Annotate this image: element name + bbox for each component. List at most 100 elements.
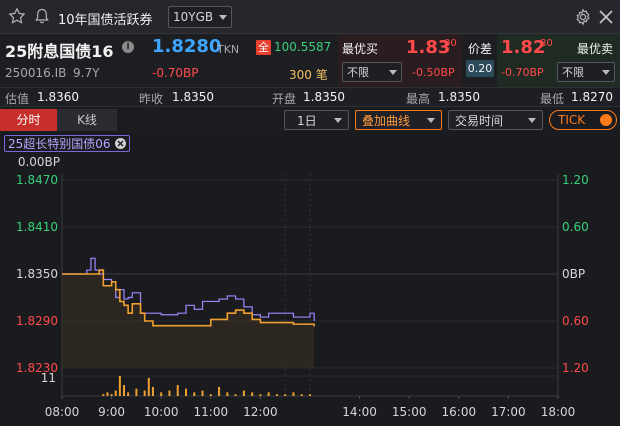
volume-bar [259,394,262,396]
price-area [62,270,315,368]
volume-bar [300,394,303,396]
volume-bar [234,394,237,396]
best-bid-block: 最优买 1.83 00 不限 -0.50BP [338,34,462,87]
tab-intraday[interactable]: 分时 [0,109,57,131]
bond-term: 9.7Y [73,66,100,80]
y-left-tick: 1.8350 [16,267,58,281]
volume-bar [160,392,163,396]
last-price: 1.8280 [152,36,222,57]
ask-filter-select[interactable]: 不限 [557,62,615,82]
volume-bar [118,376,121,396]
bond-selector-value: 10YGB [173,10,214,24]
tick-label: TICK [558,113,586,127]
volume-bar [193,392,196,396]
open-value: 1.8350 [303,90,345,104]
chevron-down-icon [219,14,227,20]
volume-bar [127,392,130,396]
volume-bar [114,390,117,396]
y-right-tick: 0.60 [562,314,589,328]
chevron-down-icon [389,69,397,75]
high-value: 1.8350 [438,90,480,104]
volume-tick: 11 [41,371,56,385]
chevron-down-icon [602,69,610,75]
volume-bar [135,388,138,396]
bid-filter-select[interactable]: 不限 [342,62,402,82]
best-ask-block: 1.82 80 最优卖 -0.70BP 不限 [497,34,620,87]
close-icon[interactable] [598,9,614,25]
chevron-down-icon [528,117,536,123]
x-tick-label: 11:00 [194,405,229,419]
best-ask-price: 1.82 [501,37,546,58]
star-icon[interactable] [8,7,26,25]
quote-panel: 25附息国债16 i 250016.IB 9.7Y 1.8280 TKN 全 1… [0,34,620,87]
est-label: 估值 [5,92,30,106]
volume-bar [151,386,154,396]
title-bar: 10年国债活跃券 10YGB [0,0,620,34]
volume-bar [110,394,113,396]
x-tick-label: 17:00 [491,405,526,419]
volume-bar [218,386,221,396]
tick-toggle[interactable]: TICK [549,110,617,130]
low-label: 最低 [540,92,565,106]
session-label: 交易时间 [455,113,504,128]
session-select[interactable]: 交易时间 [448,110,543,130]
volume-bar [201,390,204,396]
y-left-tick: 1.8290 [16,314,58,328]
intraday-chart: 1.8470 1.20 1.8410 0.60 1.8350 0BP 1.8290 0.60 1… [16,155,589,419]
full-price: 100.5587 [274,40,332,54]
best-bid-price-sup: 00 [444,38,457,49]
ask-filter-value: 不限 [562,66,584,79]
tab-kline[interactable]: K线 [57,109,117,131]
price-source: TKN [217,43,240,56]
spread-block: 价差 0.20 [464,34,496,87]
volume-bar [143,390,146,396]
volume-bar [147,377,150,396]
overlay-curve-select[interactable]: 叠加曲线 [355,110,442,130]
chart-area[interactable]: 25超长特别国债06 1.8470 1.20 1.8410 0.60 1.8350 0BP… [0,132,620,426]
bell-icon[interactable] [33,7,51,25]
period-select[interactable]: 1日 [284,110,349,130]
y-right-tick: 1.20 [562,173,589,187]
best-ask-price-sup: 80 [540,38,553,49]
est-value: 1.8360 [37,90,79,104]
chart-toolbar: 分时 K线 1日 叠加曲线 交易时间 TICK [0,108,620,132]
bond-name: 25附息国债16 [5,42,114,61]
change-bp: -0.70BP [152,66,199,80]
best-bid-bp: -0.50BP [412,66,455,79]
overlay-curve-label: 叠加曲线 [362,113,411,128]
volume-bar [242,390,245,396]
top-bp-label: 0.00BP [18,155,60,169]
y-right-tick: 0.60 [562,220,589,234]
window-title: 10年国债活跃券 [58,13,153,28]
prev-label: 昨收 [139,92,164,106]
volume-bar [123,385,125,396]
prev-value: 1.8350 [172,90,214,104]
volume-bar [185,388,187,396]
high-label: 最高 [406,92,431,106]
volume-bar [284,394,287,396]
tab-kline-label: K线 [77,113,97,127]
x-tick-label: 16:00 [442,405,477,419]
best-bid-label: 最优买 [342,42,379,56]
toggle-knob-icon [600,114,612,126]
info-icon[interactable]: i [122,41,134,53]
spread-label: 价差 [468,42,493,56]
best-ask-bp: -0.70BP [501,66,544,79]
x-tick-label: 12:00 [243,405,278,419]
gear-icon[interactable] [574,8,592,26]
volume-bar [209,394,212,396]
y-right-tick: 0BP [562,267,585,281]
volume-bar [226,392,229,396]
volume-bar [168,390,171,396]
period-value: 1日 [297,113,317,128]
volume-bar [267,392,270,396]
bond-selector[interactable]: 10YGB [168,6,232,28]
volume-count: 300 笔 [289,68,328,82]
volume-bar [102,394,105,396]
x-tick-label: 10:00 [144,405,179,419]
volume-bar [275,394,278,396]
x-tick-label: 15:00 [392,405,427,419]
volume-bar [309,394,311,396]
volume-bar [292,392,295,396]
x-tick-label: 14:00 [342,405,377,419]
